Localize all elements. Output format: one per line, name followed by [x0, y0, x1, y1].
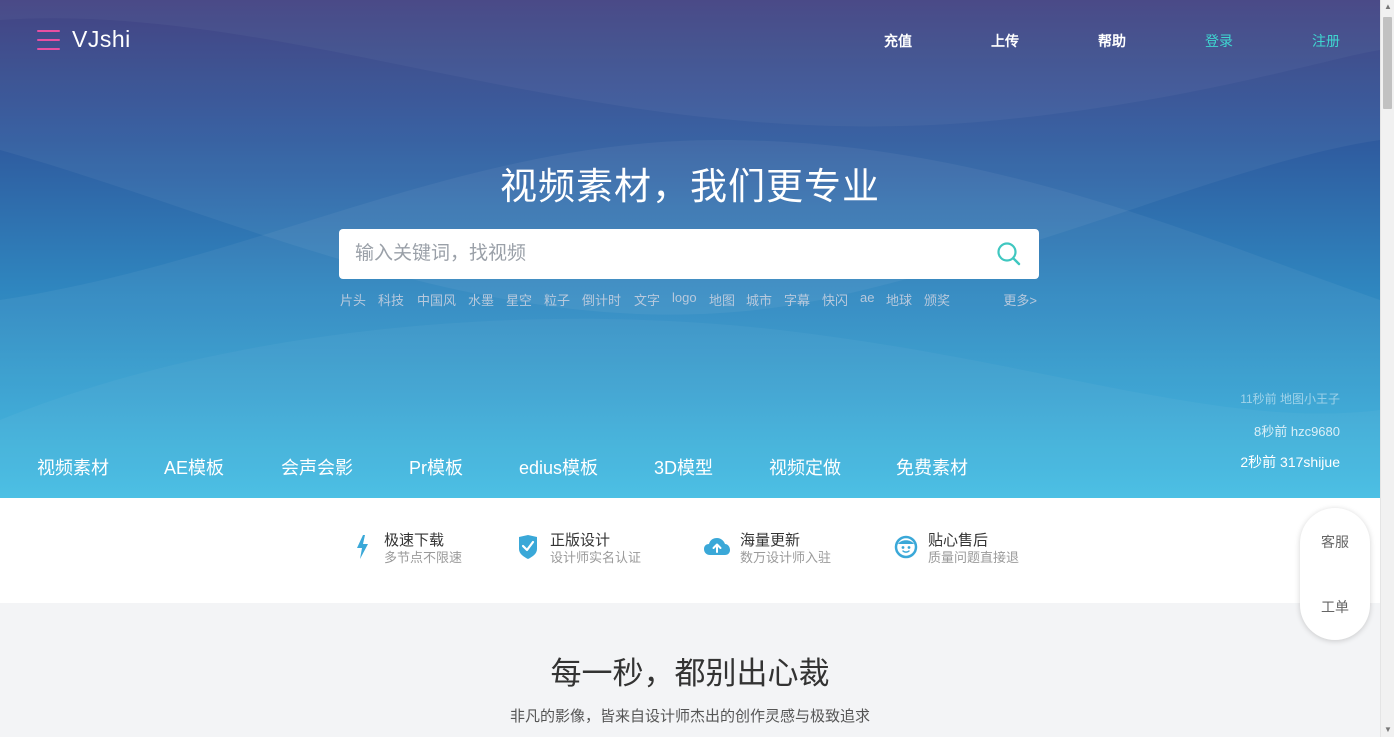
nav-recharge[interactable]: 充值 [884, 31, 912, 51]
shield-check-icon [516, 532, 540, 562]
activity-item: 2秒前 317shijue [1240, 454, 1340, 470]
category-3d-models[interactable]: 3D模型 [654, 454, 713, 480]
top-nav: 充值 上传 帮助 登录 注册 [0, 31, 1380, 51]
feature-subtitle: 数万设计师入驻 [740, 550, 832, 565]
hotword-link[interactable]: 水墨 [468, 290, 494, 309]
category-free-footage[interactable]: 免费素材 [896, 454, 968, 480]
scroll-down-arrow-icon[interactable]: ▼ [1381, 723, 1394, 737]
smile-face-icon [894, 532, 918, 562]
hotword-link[interactable]: 快闪 [822, 290, 848, 309]
category-ae-templates[interactable]: AE模板 [164, 454, 224, 480]
floating-service-panel: 客服 工单 [1300, 508, 1370, 640]
activity-item: 11秒前 地图小王子 [1240, 392, 1340, 406]
vertical-scrollbar[interactable]: ▲ ▼ [1380, 0, 1394, 737]
section-title: 每一秒，都别出心裁 [550, 656, 830, 691]
nav-register[interactable]: 注册 [1312, 31, 1340, 51]
features-bar: 极速下载 多节点不限速 正版设计 设计师实名认证 海量更新 数万设计师入驻 贴心… [0, 498, 1380, 603]
search-icon [997, 242, 1021, 266]
search-button[interactable] [979, 229, 1039, 279]
feature-massive-updates: 海量更新 数万设计师入驻 [704, 532, 831, 565]
hot-keywords: 片头 科技 中国风 水墨 星空 粒子 倒计时 文字 logo 地图 城市 字幕 … [340, 290, 1040, 308]
hotword-link[interactable]: 城市 [746, 290, 772, 309]
feature-title: 极速下载 [384, 532, 445, 549]
search-input[interactable] [339, 229, 979, 279]
lightning-icon [350, 532, 374, 562]
feature-licensed-design: 正版设计 设计师实名认证 [516, 532, 641, 565]
feature-fast-download: 极速下载 多节点不限速 [350, 532, 462, 565]
activity-item: 8秒前 hzc9680 [1254, 424, 1340, 439]
customer-service-button[interactable]: 客服 [1300, 532, 1370, 552]
category-pr-templates[interactable]: Pr模板 [409, 454, 463, 480]
more-keywords-link[interactable]: 更多> [1003, 290, 1037, 309]
hotword-link[interactable]: 中国风 [417, 290, 456, 309]
feature-subtitle: 多节点不限速 [384, 550, 463, 565]
hero-banner: VJshi 充值 上传 帮助 登录 注册 视频素材，我们更专业 片头 科技 中国… [0, 0, 1380, 498]
section-subtitle: 非凡的影像，皆来自设计师杰出的创作灵感与极致追求 [509, 708, 870, 725]
hotword-link[interactable]: 科技 [378, 290, 404, 309]
feature-subtitle: 质量问题直接退 [928, 550, 1020, 565]
feature-title: 正版设计 [550, 532, 611, 549]
hotword-link[interactable]: 地图 [709, 290, 735, 309]
category-custom-video[interactable]: 视频定做 [769, 454, 841, 480]
hotword-link[interactable]: 文字 [634, 290, 660, 309]
feature-subtitle: 设计师实名认证 [550, 550, 642, 565]
hotword-link[interactable]: 地球 [886, 290, 912, 309]
scroll-up-arrow-icon[interactable]: ▲ [1381, 0, 1394, 14]
hotword-link[interactable]: ae [860, 290, 874, 305]
hotword-link[interactable]: 粒子 [544, 290, 570, 309]
category-edius-templates[interactable]: edius模板 [519, 454, 598, 480]
nav-login[interactable]: 登录 [1205, 31, 1233, 51]
search-box [339, 229, 1039, 279]
category-video-footage[interactable]: 视频素材 [37, 454, 109, 480]
scrollbar-thumb[interactable] [1383, 17, 1392, 109]
hotword-link[interactable]: 颁奖 [924, 290, 950, 309]
hotword-link[interactable]: logo [672, 290, 697, 305]
category-videostudio[interactable]: 会声会影 [281, 454, 353, 480]
cloud-upload-icon [704, 532, 730, 562]
ticket-button[interactable]: 工单 [1300, 597, 1370, 617]
hero-headline: 视频素材，我们更专业 [500, 166, 880, 207]
hotword-link[interactable]: 倒计时 [582, 290, 621, 309]
feature-title: 海量更新 [740, 532, 801, 549]
nav-help[interactable]: 帮助 [1098, 31, 1126, 51]
hotword-link[interactable]: 片头 [340, 290, 366, 309]
feature-after-sales: 贴心售后 质量问题直接退 [894, 532, 1019, 565]
nav-upload[interactable]: 上传 [991, 31, 1019, 51]
feature-title: 贴心售后 [928, 532, 989, 549]
hotword-link[interactable]: 星空 [506, 290, 532, 309]
hotword-link[interactable]: 字幕 [784, 290, 810, 309]
